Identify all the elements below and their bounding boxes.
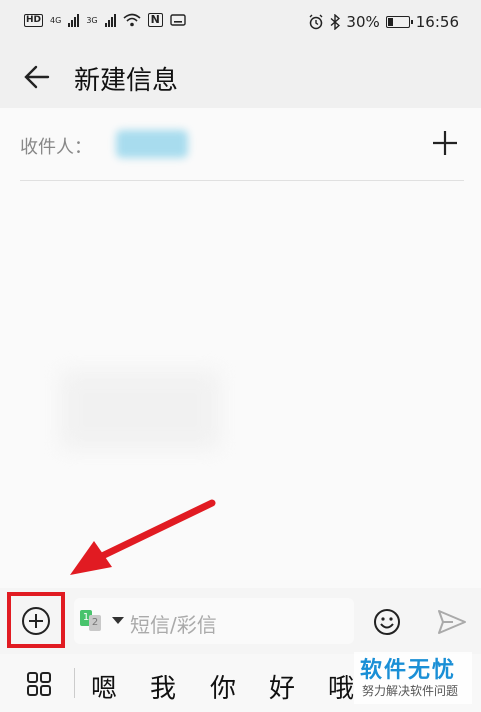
battery-fill (387, 18, 394, 26)
battery-icon (385, 16, 413, 28)
chevron-down-icon[interactable] (112, 617, 124, 624)
watermark-subtitle: 努力解决软件问题 (362, 684, 459, 698)
compose-bar: 1 2 短信/彩信 (0, 588, 481, 654)
watermark: 软件无忧 努力解决软件问题 (354, 652, 472, 704)
candidate-word[interactable]: 你 (210, 668, 236, 705)
recipient-label: 收件人： (20, 137, 92, 158)
status-left: HD 4G 3G N (24, 13, 186, 27)
status-bar: HD 4G 3G N 30% 16:56 (0, 0, 481, 46)
watermark-title: 软件无忧 (360, 658, 457, 683)
annotation-arrow-icon (70, 499, 216, 575)
signal-icon (68, 13, 80, 27)
keyboard-divider (74, 668, 75, 698)
status-right: 30% 16:56 (308, 13, 459, 31)
bluetooth-icon (330, 14, 341, 30)
sim-select-icon[interactable]: 1 2 (80, 610, 104, 632)
recipient-row[interactable]: 收件人： (20, 108, 464, 181)
candidate-word[interactable]: 哦 (328, 668, 354, 705)
candidate-word[interactable]: 我 (150, 668, 176, 705)
circle-plus-icon (22, 607, 50, 635)
title-bar: 新建信息 (0, 46, 481, 108)
nfc-icon: N (147, 13, 163, 27)
clock: 16:56 (415, 13, 459, 31)
network-3g-label: 3G (86, 15, 98, 25)
page-title: 新建信息 (74, 66, 179, 96)
keyboard-icon (170, 14, 186, 26)
blurred-content (60, 370, 220, 450)
sim-2-badge: 2 (89, 615, 101, 631)
emoji-icon[interactable] (373, 608, 401, 636)
wifi-icon (123, 13, 141, 27)
signal-icon-2 (104, 13, 116, 27)
back-arrow-icon[interactable] (22, 62, 52, 92)
hd-badge: HD (24, 13, 44, 27)
message-input[interactable]: 1 2 短信/彩信 (74, 598, 354, 644)
send-icon[interactable] (437, 608, 467, 636)
candidate-word[interactable]: 嗯 (91, 668, 117, 705)
grid-menu-icon[interactable] (26, 671, 52, 697)
battery-percent: 30% (346, 13, 380, 31)
recipient-chip-blurred (116, 130, 188, 158)
network-4g-label: 4G (50, 15, 62, 25)
candidate-word[interactable]: 好 (269, 668, 295, 705)
message-placeholder: 短信/彩信 (130, 613, 217, 637)
add-recipient-icon[interactable] (430, 128, 460, 158)
attach-plus-button[interactable] (7, 592, 65, 648)
alarm-icon (309, 14, 323, 30)
